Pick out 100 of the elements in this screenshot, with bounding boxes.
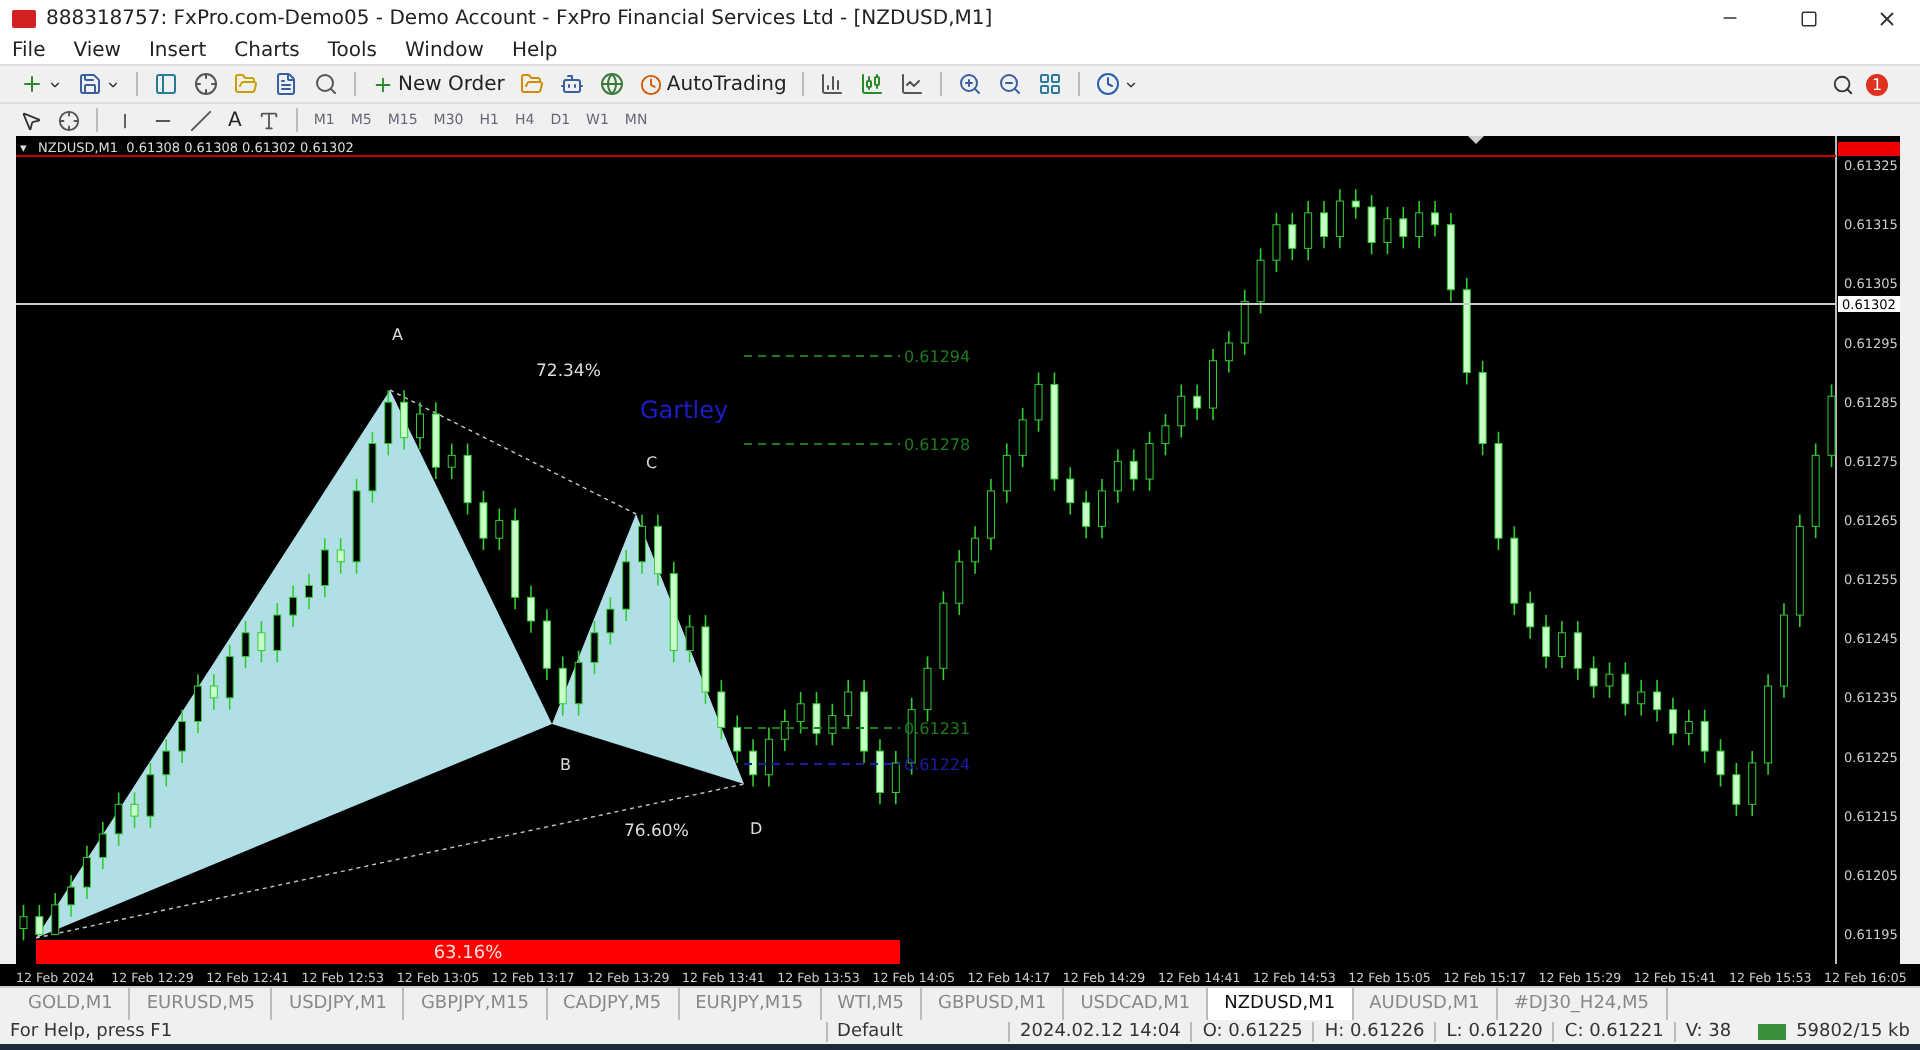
candlestick bbox=[1399, 206, 1408, 250]
candlestick bbox=[1240, 288, 1249, 356]
candlestick bbox=[875, 738, 884, 806]
line-chart-icon bbox=[900, 72, 925, 96]
candlestick bbox=[130, 791, 139, 829]
candlestick bbox=[1304, 200, 1313, 261]
candlestick bbox=[717, 679, 726, 741]
notification-badge[interactable]: 1 bbox=[1866, 73, 1888, 95]
caret-icon bbox=[106, 77, 120, 91]
pattern-point-label: C bbox=[646, 454, 658, 472]
close-icon bbox=[1875, 7, 1897, 29]
status-help-text: For Help, press F1 bbox=[8, 1022, 175, 1042]
menu-item[interactable]: Charts bbox=[234, 39, 300, 61]
candlestick bbox=[162, 738, 171, 788]
candlestick bbox=[780, 708, 789, 752]
app-icon bbox=[12, 9, 36, 27]
candlestick bbox=[1526, 590, 1535, 640]
pattern-name-label: Gartley bbox=[640, 396, 729, 424]
volume: V: 38 bbox=[1673, 1022, 1742, 1042]
candlestick bbox=[114, 791, 123, 847]
crosshair-icon bbox=[194, 72, 218, 96]
candlestick bbox=[1589, 655, 1598, 699]
candlestick bbox=[891, 750, 900, 806]
candlestick bbox=[1542, 614, 1551, 670]
candlestick bbox=[1605, 661, 1614, 699]
menu-item[interactable]: Insert bbox=[148, 39, 207, 61]
crosshair-button[interactable] bbox=[190, 68, 222, 100]
crosshair-icon bbox=[58, 109, 80, 131]
chart-tab[interactable]: NZDUSD,M1 bbox=[1208, 988, 1354, 1020]
signals-button[interactable] bbox=[596, 68, 629, 100]
globe-icon bbox=[600, 72, 625, 96]
candlestick bbox=[304, 572, 313, 610]
candlestick bbox=[1573, 620, 1582, 681]
candlestick bbox=[1288, 212, 1297, 261]
candlestick bbox=[1732, 762, 1741, 817]
candlestick bbox=[1034, 371, 1043, 433]
candlestick bbox=[1209, 348, 1217, 421]
candlestick bbox=[1415, 200, 1424, 250]
menu-item[interactable]: Window bbox=[405, 39, 484, 61]
candlestick bbox=[146, 762, 155, 829]
text-icon bbox=[257, 109, 280, 131]
candlestick bbox=[1082, 490, 1091, 539]
document-icon bbox=[274, 72, 298, 96]
connection-icon bbox=[1757, 1024, 1787, 1040]
ratio-label: 76.60% bbox=[624, 822, 689, 842]
menu-item[interactable]: View bbox=[73, 39, 121, 61]
candlestick bbox=[1653, 679, 1662, 723]
plus-icon bbox=[20, 72, 44, 96]
candlestick bbox=[1256, 247, 1265, 315]
clock-icon bbox=[1096, 72, 1121, 96]
candlestick bbox=[542, 608, 551, 681]
save-icon bbox=[78, 72, 102, 96]
candlestick bbox=[241, 620, 250, 670]
tester-button[interactable] bbox=[310, 68, 342, 100]
candlestick bbox=[1557, 620, 1566, 670]
candlestick bbox=[1161, 413, 1170, 457]
candlestick bbox=[416, 401, 424, 451]
candlestick bbox=[1684, 708, 1693, 746]
candlestick bbox=[35, 904, 44, 936]
high-price: H: 0.61226 bbox=[1312, 1022, 1435, 1042]
candlestick bbox=[67, 874, 76, 918]
text-tool-button[interactable]: A bbox=[224, 104, 246, 136]
candlestick bbox=[1431, 200, 1440, 238]
maximize-icon bbox=[1799, 9, 1817, 27]
pattern-point-label: A bbox=[392, 326, 403, 344]
candlestick bbox=[955, 549, 964, 616]
pattern-point-label: D bbox=[750, 820, 763, 838]
candlestick bbox=[51, 892, 60, 936]
candlestick bbox=[384, 389, 393, 457]
candlestick bbox=[971, 525, 980, 575]
candlestick bbox=[1748, 750, 1757, 817]
candlestick bbox=[193, 673, 202, 735]
candlestick bbox=[368, 430, 377, 504]
cursor-icon bbox=[20, 109, 42, 131]
diagonal-line-icon bbox=[190, 109, 212, 131]
search-icon bbox=[1832, 73, 1854, 95]
menu-item[interactable]: Help bbox=[511, 39, 558, 61]
navigator-button[interactable] bbox=[150, 68, 182, 100]
candlestick bbox=[1018, 407, 1027, 468]
candlestick bbox=[225, 643, 234, 711]
candlestick bbox=[986, 478, 995, 551]
candlestick bbox=[590, 620, 599, 675]
candlestick bbox=[1113, 448, 1122, 504]
candlestick bbox=[653, 513, 662, 587]
candlestick-icon bbox=[860, 72, 885, 96]
candlestick bbox=[1320, 200, 1329, 250]
menu-item[interactable]: Tools bbox=[327, 39, 377, 61]
candlestick bbox=[1177, 383, 1186, 439]
candlestick bbox=[1383, 206, 1392, 256]
candlestick bbox=[1367, 194, 1376, 256]
menu-item[interactable]: File bbox=[12, 39, 46, 61]
candlestick bbox=[289, 584, 298, 628]
candlestick bbox=[447, 442, 456, 480]
candlestick bbox=[685, 614, 694, 664]
auto-trading-button[interactable]: AutoTrading bbox=[636, 68, 791, 100]
candlestick bbox=[257, 620, 266, 664]
open-price: O: 0.61225 bbox=[1190, 1022, 1313, 1042]
candlestick bbox=[796, 691, 805, 735]
new-order-button[interactable]: New Order bbox=[368, 68, 509, 100]
triangle-marker-icon bbox=[1468, 136, 1484, 144]
